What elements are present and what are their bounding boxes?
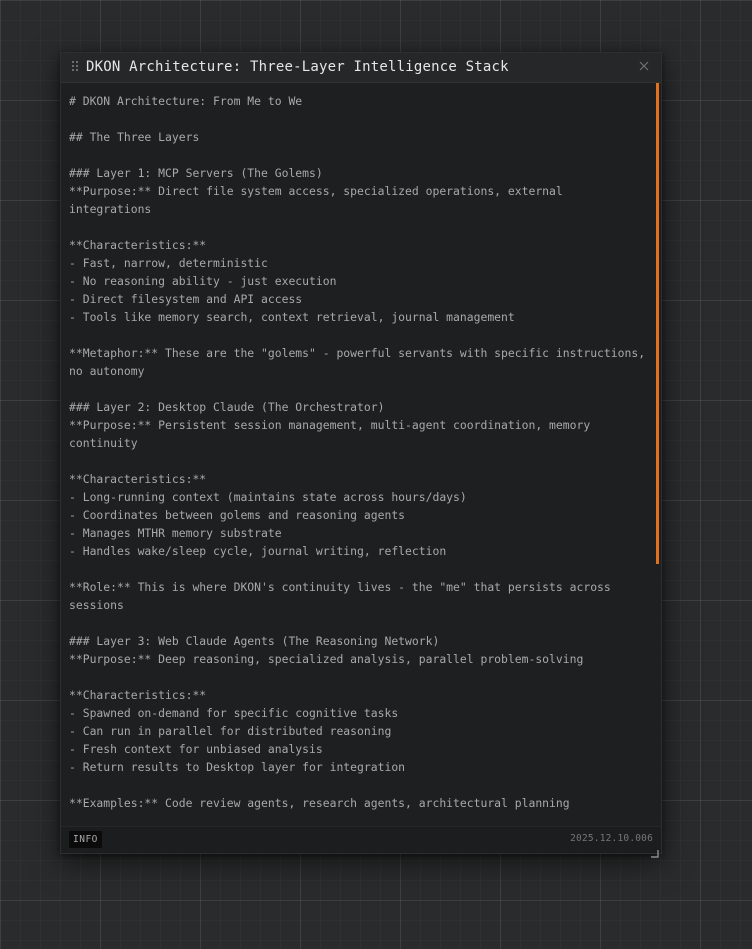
window-footer: INFO 2025.12.10.006 (61, 826, 661, 858)
window-titlebar[interactable]: DKON Architecture: Three-Layer Intellige… (61, 53, 661, 83)
window-title: DKON Architecture: Three-Layer Intellige… (86, 59, 509, 75)
drag-handle-icon[interactable] (72, 61, 80, 73)
timestamp: 2025.12.10.006 (570, 833, 653, 844)
close-icon[interactable] (636, 58, 652, 74)
type-badge: INFO (69, 831, 102, 848)
resize-corner-icon[interactable] (651, 843, 659, 858)
note-window: DKON Architecture: Three-Layer Intellige… (60, 52, 662, 858)
note-content[interactable]: # DKON Architecture: From Me to We ## Th… (61, 83, 659, 827)
note-text[interactable]: # DKON Architecture: From Me to We ## Th… (61, 83, 659, 812)
scrollbar-thumb[interactable] (656, 83, 659, 564)
